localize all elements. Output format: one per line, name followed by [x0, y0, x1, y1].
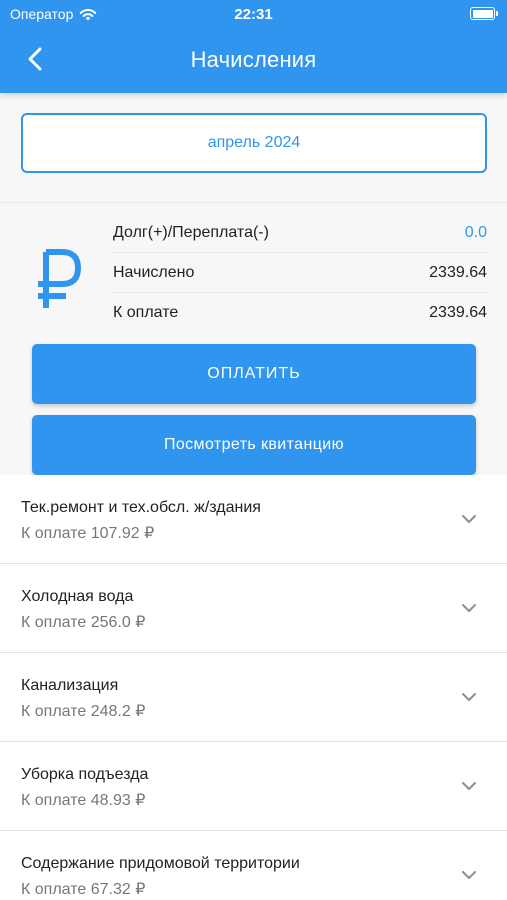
period-label: апрель 2024 — [207, 134, 301, 151]
charge-amount: К оплате 248.2 ₽ — [21, 703, 146, 720]
charge-amount: К оплате 107.92 ₽ — [21, 525, 155, 542]
charge-amount: К оплате 256.0 ₽ — [21, 614, 146, 631]
accrued-row: Начислено 2339.64 — [113, 253, 487, 293]
charge-name: Уборка подъезда — [21, 766, 149, 783]
charge-amount: К оплате 48.93 ₽ — [21, 792, 146, 809]
chevron-down-icon — [462, 693, 476, 701]
page-title: Начисления — [190, 47, 317, 72]
battery-icon — [470, 7, 498, 20]
ruble-icon — [38, 249, 81, 308]
list-item[interactable]: Тек.ремонт и тех.обсл. ж/здания К оплате… — [0, 475, 507, 564]
charge-name: Содержание придомовой территории — [21, 855, 300, 872]
to-pay-row: К оплате 2339.64 — [113, 293, 487, 333]
summary-section: Долг(+)/Переплата(-) 0.0 Начислено 2339.… — [0, 203, 507, 475]
debt-value: 0.0 — [464, 223, 487, 241]
debt-label: Долг(+)/Переплата(-) — [113, 223, 269, 241]
chevron-down-icon — [462, 871, 476, 879]
list-item[interactable]: Холодная вода К оплате 256.0 ₽ — [0, 564, 507, 653]
status-bar: Оператор 22:31 — [0, 0, 507, 30]
pay-button[interactable]: Оплатить — [32, 344, 476, 404]
list-item[interactable]: Содержание придомовой территории К оплат… — [0, 831, 507, 900]
debt-row: Долг(+)/Переплата(-) 0.0 — [113, 213, 487, 253]
list-item[interactable]: Канализация К оплате 248.2 ₽ — [0, 653, 507, 742]
accrued-label: Начислено — [113, 263, 195, 281]
app-header: Оператор 22:31 Начисления — [0, 0, 507, 93]
chevron-down-icon — [462, 604, 476, 612]
nav-row: Начисления — [0, 38, 507, 82]
charge-name: Канализация — [21, 677, 119, 694]
summary-rows: Долг(+)/Переплата(-) 0.0 Начислено 2339.… — [113, 213, 487, 333]
accrued-value: 2339.64 — [429, 263, 487, 281]
chevron-down-icon — [462, 782, 476, 790]
chevron-down-icon — [462, 515, 476, 523]
charge-name: Тек.ремонт и тех.обсл. ж/здания — [21, 499, 261, 516]
charges-list: Тек.ремонт и тех.обсл. ж/здания К оплате… — [0, 475, 507, 900]
to-pay-label: К оплате — [113, 304, 179, 321]
period-section: апрель 2024 — [0, 93, 507, 203]
charge-amount: К оплате 67.32 ₽ — [21, 881, 146, 898]
to-pay-value: 2339.64 — [429, 304, 487, 321]
view-receipt-button[interactable]: Посмотреть квитанцию — [32, 415, 476, 475]
status-time: 22:31 — [234, 6, 273, 23]
period-selector-button[interactable]: апрель 2024 — [21, 113, 487, 173]
charge-name: Холодная вода — [21, 588, 134, 605]
list-item[interactable]: Уборка подъезда К оплате 48.93 ₽ — [0, 742, 507, 831]
